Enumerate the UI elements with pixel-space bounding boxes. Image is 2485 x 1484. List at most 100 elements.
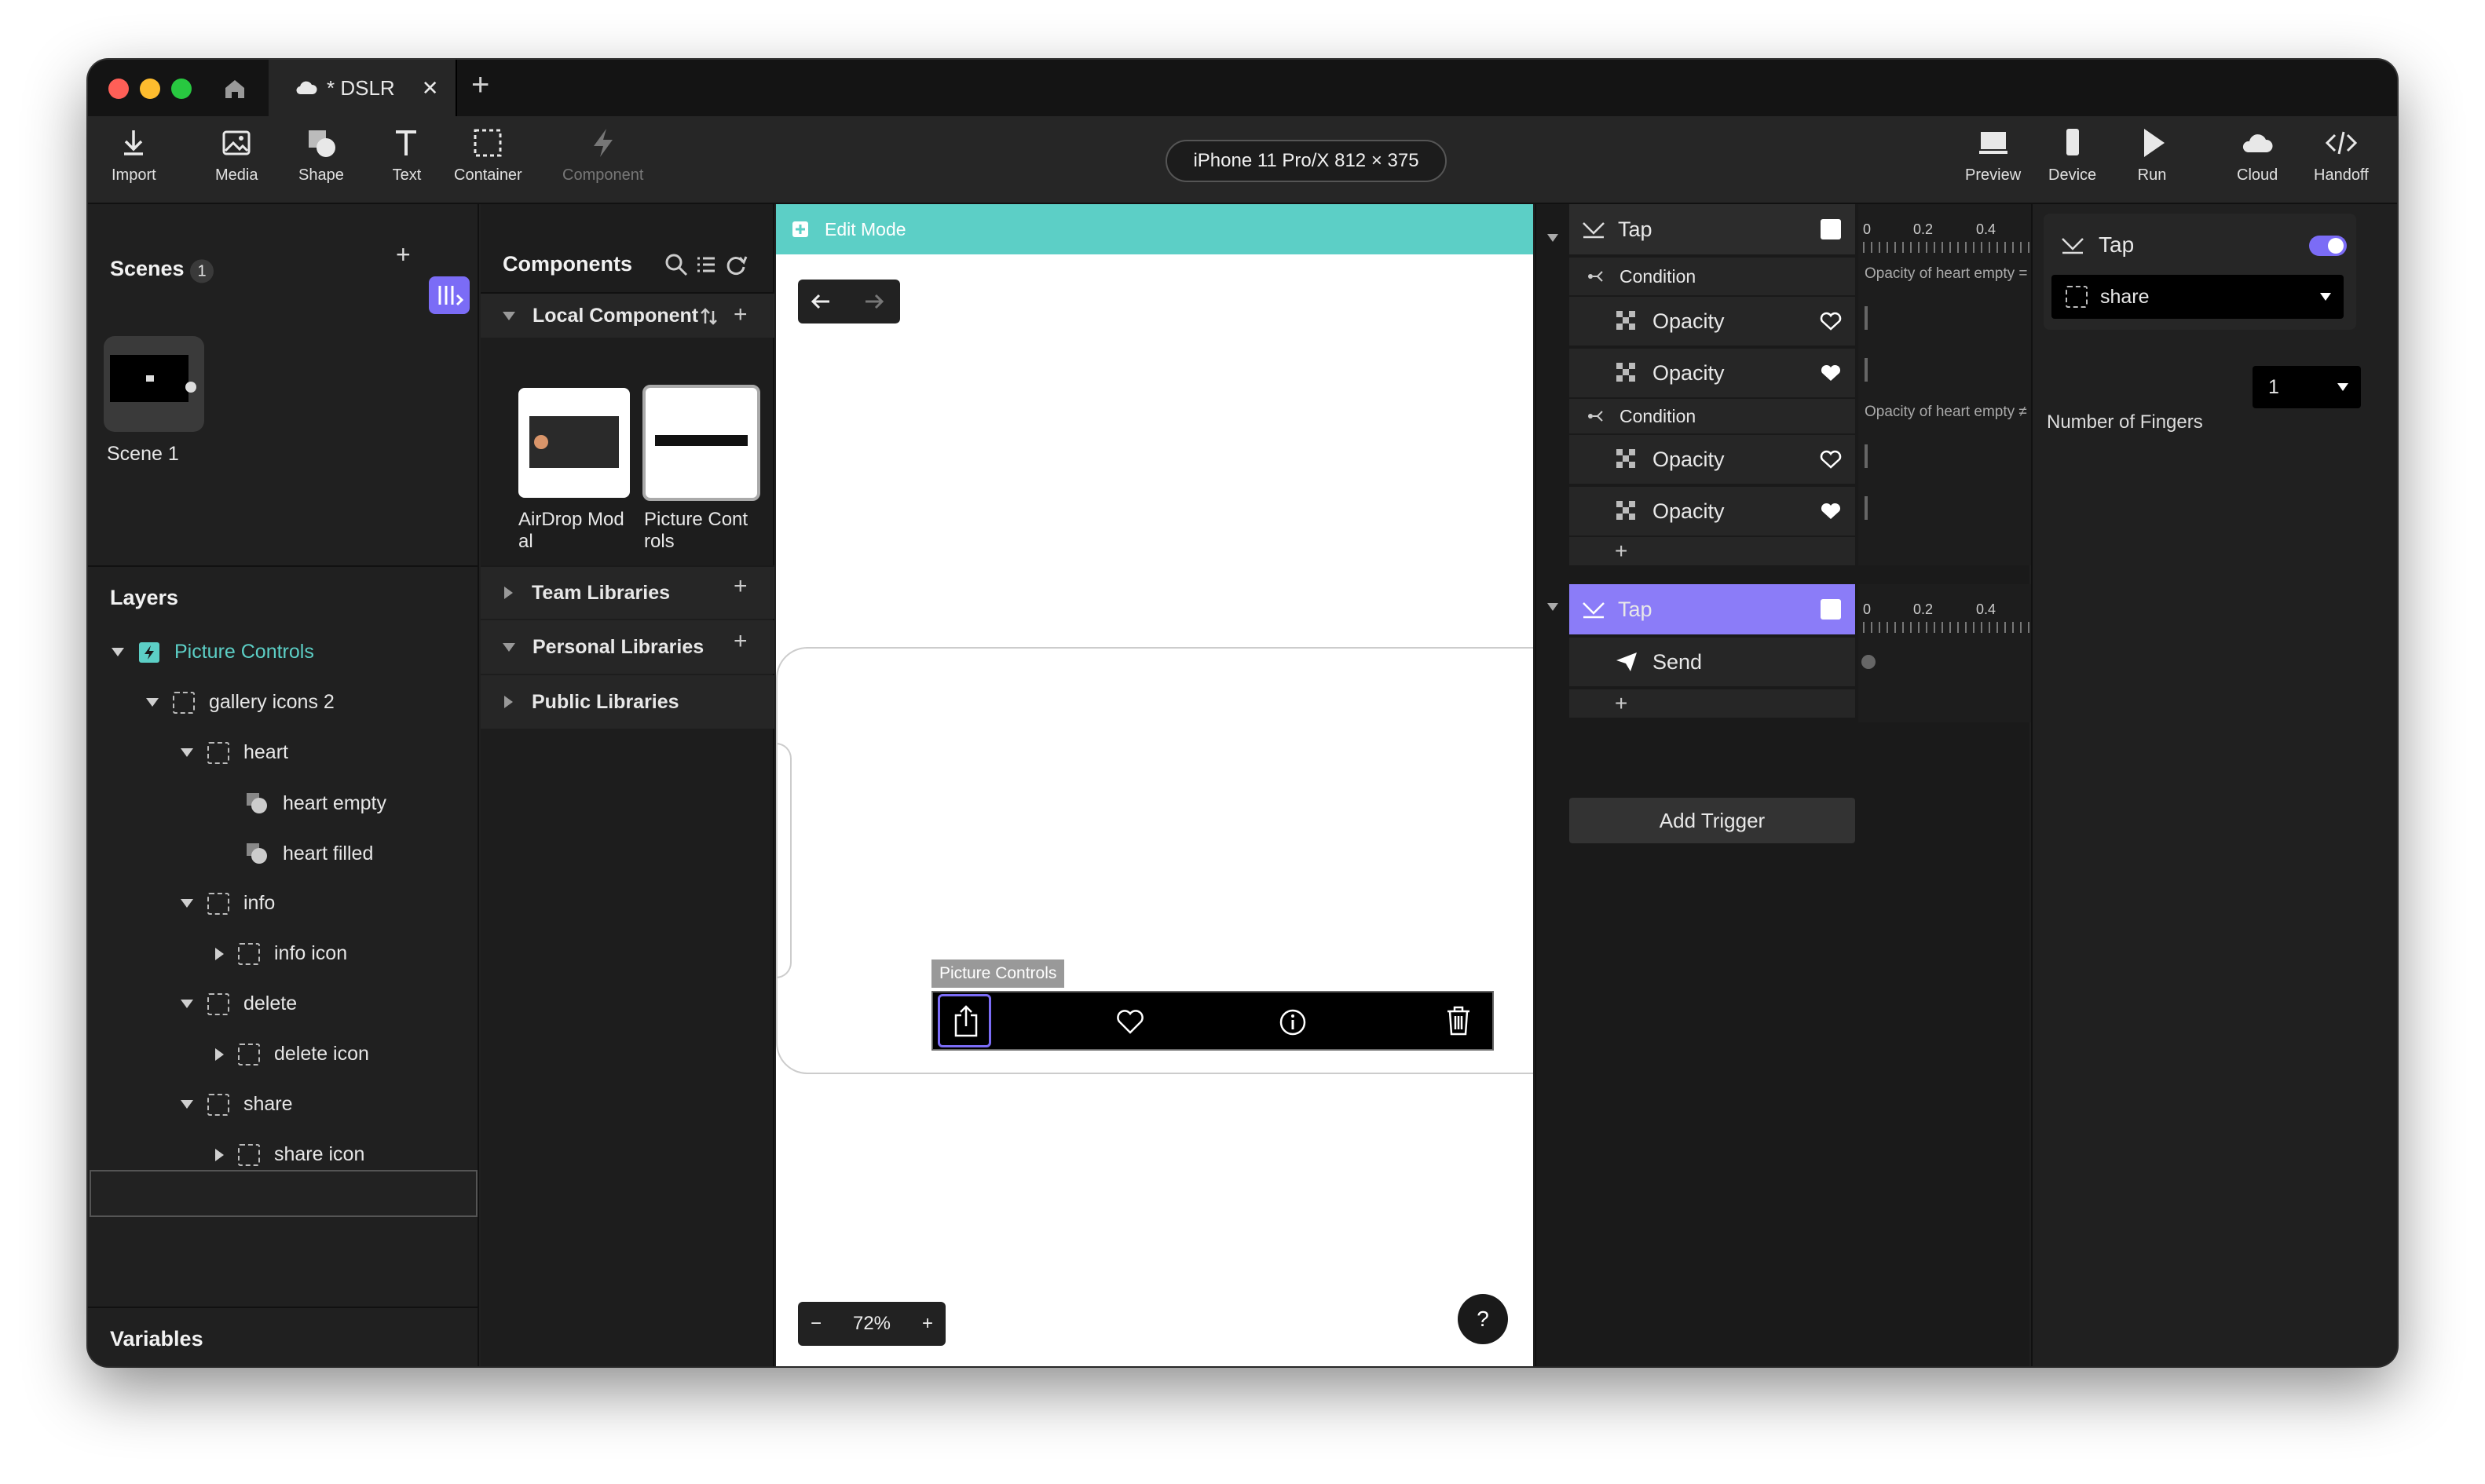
close-tab-icon[interactable]: ✕ xyxy=(422,76,439,101)
zoom-out-icon[interactable]: − xyxy=(811,1313,822,1335)
trigger-tap-2[interactable]: Tap xyxy=(1569,584,1855,634)
trash-icon[interactable] xyxy=(1445,1005,1472,1036)
list-icon[interactable] xyxy=(694,253,718,276)
expand-icon[interactable] xyxy=(181,748,193,757)
inspector-trigger-name: Tap xyxy=(2099,232,2135,257)
layer-heart[interactable]: heart xyxy=(181,741,288,764)
heart-icon[interactable] xyxy=(1115,1008,1145,1035)
expand-icon[interactable] xyxy=(181,1000,193,1008)
layer-info-icon[interactable]: info icon xyxy=(215,942,347,965)
add-team-library-icon[interactable]: + xyxy=(734,573,748,600)
cloud-tool[interactable]: Cloud xyxy=(2237,126,2278,185)
component-card-airdrop[interactable] xyxy=(518,388,630,498)
import-icon xyxy=(124,130,144,155)
layer-info[interactable]: info xyxy=(181,892,275,915)
forward-arrow-icon[interactable] xyxy=(862,291,886,313)
trigger-color-swatch[interactable] xyxy=(1821,219,1841,239)
scene-name[interactable]: Scene 1 xyxy=(107,443,179,466)
action-send[interactable]: Send xyxy=(1569,638,1855,686)
public-libraries-row[interactable]: Public Libraries xyxy=(481,675,774,729)
action-opacity-2[interactable]: Opacity xyxy=(1569,349,1855,397)
layer-delete-icon[interactable]: delete icon xyxy=(215,1043,369,1065)
canvas[interactable]: Edit Mode Picture Controls − 72% + ? xyxy=(776,204,1533,1366)
tab-title: * DSLR xyxy=(327,75,395,100)
add-scene-icon[interactable]: + xyxy=(396,240,411,269)
zoom-in-icon[interactable]: + xyxy=(922,1313,933,1335)
preview-tool[interactable]: Preview xyxy=(1965,126,2021,185)
run-tool[interactable]: Run xyxy=(2135,126,2169,185)
expand-icon[interactable] xyxy=(146,698,159,707)
container-tool[interactable]: Container xyxy=(454,126,522,185)
add-action-1[interactable]: + xyxy=(1569,537,1855,565)
info-icon[interactable] xyxy=(1279,1008,1307,1036)
collapse-icon[interactable] xyxy=(1547,603,1558,611)
action-opacity-4[interactable]: Opacity xyxy=(1569,487,1855,535)
fingers-value: 1 xyxy=(2268,375,2279,398)
layer-share-icon[interactable]: share icon xyxy=(215,1143,364,1166)
minimize-window-button[interactable] xyxy=(140,79,160,99)
timeline-1[interactable]: 0 0.2 0.4 Opacity of heart empty = Opaci… xyxy=(1858,204,2031,565)
add-action-2[interactable]: + xyxy=(1569,689,1855,718)
scene-flow-button[interactable] xyxy=(429,276,470,314)
expand-icon[interactable] xyxy=(112,648,124,656)
document-tab[interactable]: * DSLR ✕ xyxy=(269,60,457,116)
add-component-icon[interactable]: + xyxy=(734,302,748,328)
expand-icon[interactable] xyxy=(181,899,193,908)
device-tool[interactable]: Device xyxy=(2048,126,2096,185)
trigger-tap-1[interactable]: Tap xyxy=(1569,204,1855,254)
action-label: Opacity xyxy=(1652,309,1725,333)
layer-heart-filled[interactable]: heart filled xyxy=(245,842,373,865)
layer-picture-controls[interactable]: Picture Controls xyxy=(112,641,314,663)
layer-delete[interactable]: delete xyxy=(181,992,297,1015)
media-tool[interactable]: Media xyxy=(215,126,258,185)
layer-share[interactable]: share xyxy=(181,1093,293,1116)
component-tool[interactable]: Component xyxy=(562,126,643,185)
media-label: Media xyxy=(215,166,258,184)
refresh-icon[interactable] xyxy=(724,253,748,276)
fingers-select[interactable]: 1 xyxy=(2253,366,2361,408)
text-tool[interactable]: Text xyxy=(390,126,424,185)
zoom-window-button[interactable] xyxy=(171,79,192,99)
picture-controls-bar[interactable] xyxy=(931,991,1494,1051)
trigger-enabled-toggle[interactable] xyxy=(2309,236,2347,256)
collapsed-icon[interactable] xyxy=(215,947,224,960)
frame-icon xyxy=(238,1143,260,1166)
import-tool[interactable]: Import xyxy=(112,126,156,185)
layer-gallery-icons-2[interactable]: gallery icons 2 xyxy=(146,691,335,714)
variables-title[interactable]: Variables xyxy=(110,1327,203,1351)
handoff-tool[interactable]: Handoff xyxy=(2314,126,2369,185)
zoom-level[interactable]: 72% xyxy=(853,1313,891,1335)
action-opacity-3[interactable]: Opacity xyxy=(1569,435,1855,484)
shape-tool[interactable]: Shape xyxy=(298,126,344,185)
layer-heart-empty[interactable]: heart empty xyxy=(245,791,386,815)
action-opacity-1[interactable]: Opacity xyxy=(1569,297,1855,345)
condition-row-2[interactable]: Condition xyxy=(1569,399,1855,433)
add-personal-library-icon[interactable]: + xyxy=(734,628,748,655)
search-icon[interactable] xyxy=(664,253,688,276)
collapsed-icon[interactable] xyxy=(215,1047,224,1061)
personal-libraries-row[interactable]: Personal Libraries xyxy=(481,620,774,674)
timeline-bar xyxy=(1865,358,1868,382)
component-card-picture-controls[interactable] xyxy=(642,385,760,501)
trigger-color-swatch[interactable] xyxy=(1821,599,1841,620)
sort-icon[interactable] xyxy=(699,306,719,327)
collapsed-icon[interactable] xyxy=(215,1148,224,1161)
add-trigger-button[interactable]: Add Trigger xyxy=(1569,798,1855,843)
share-button[interactable] xyxy=(938,994,991,1047)
target-layer-select[interactable]: share xyxy=(2051,275,2344,319)
scene-thumbnail[interactable] xyxy=(104,336,204,432)
close-window-button[interactable] xyxy=(108,79,129,99)
home-icon[interactable] xyxy=(223,77,247,101)
team-libraries-row[interactable]: Team Libraries xyxy=(481,565,774,619)
condition-row-1[interactable]: Condition xyxy=(1569,258,1855,295)
expand-icon[interactable] xyxy=(181,1100,193,1109)
help-button[interactable]: ? xyxy=(1458,1294,1508,1344)
new-tab-icon[interactable]: + xyxy=(471,68,489,103)
back-arrow-icon[interactable] xyxy=(809,291,833,313)
app-window: * DSLR ✕ + Import Media Shape Text Conta… xyxy=(88,60,2397,1366)
collapse-icon[interactable] xyxy=(1547,234,1558,242)
timeline-2[interactable]: 0 0.2 0.4 xyxy=(1858,584,2031,722)
local-component-header[interactable]: Local Component xyxy=(481,294,774,338)
device-selector[interactable]: iPhone 11 Pro/X 812 × 375 xyxy=(1166,140,1447,182)
send-keyframe[interactable] xyxy=(1861,655,1876,669)
